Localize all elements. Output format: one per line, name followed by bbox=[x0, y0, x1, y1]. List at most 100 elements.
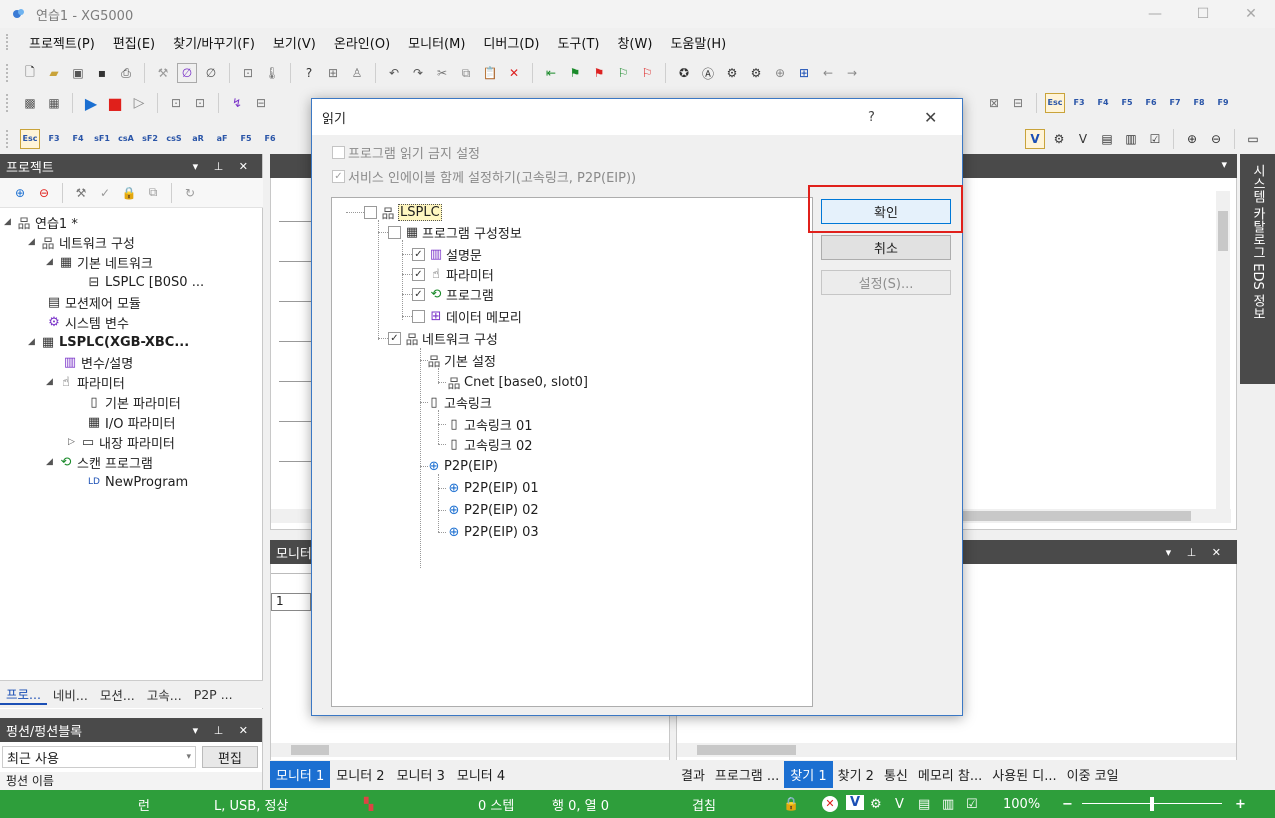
tree-item-basic[interactable]: 品 기본 설정 bbox=[426, 350, 496, 370]
tab-program-check[interactable]: 프로그램 ... bbox=[710, 765, 784, 784]
pane-buttons[interactable]: ▾ ⊥ ✕ bbox=[193, 160, 254, 173]
key-af-icon[interactable]: aF bbox=[212, 129, 232, 149]
close-button[interactable]: ✕ bbox=[1227, 6, 1275, 22]
value-icon[interactable]: V bbox=[1073, 129, 1093, 149]
checkbox-box[interactable]: ✓ bbox=[412, 287, 425, 301]
tab-monitor-4[interactable]: 모니터 4 bbox=[451, 765, 511, 784]
new-file-icon[interactable]: 🗋 bbox=[20, 63, 40, 83]
tab-monitor-2[interactable]: 모니터 2 bbox=[330, 765, 390, 784]
value-icon[interactable]: V bbox=[895, 797, 904, 812]
copy-icon[interactable]: ⧉ bbox=[456, 63, 476, 83]
tab-monitor-1[interactable]: 모니터 1 bbox=[270, 760, 331, 788]
open-folder-icon[interactable]: ▰ bbox=[44, 63, 64, 83]
tab-monitor-3[interactable]: 모니터 3 bbox=[391, 765, 451, 784]
tab-result[interactable]: 결과 bbox=[676, 765, 710, 784]
tree-item[interactable]: ◢ ▦ 기본 네트워크 bbox=[46, 252, 153, 272]
editor-scrollbar[interactable] bbox=[1216, 191, 1230, 511]
key-f6-icon[interactable]: F6 bbox=[260, 129, 280, 149]
menu-tools[interactable]: 도구(T) bbox=[548, 33, 608, 52]
settings-button[interactable]: 설정(S)... bbox=[821, 270, 951, 295]
checkbox-box[interactable]: ✓ bbox=[388, 331, 401, 345]
monitor-icon[interactable]: ↯ bbox=[227, 93, 247, 113]
checkbox-box[interactable] bbox=[364, 205, 377, 219]
result-hscrollbar[interactable] bbox=[677, 743, 1236, 757]
key-f4-icon[interactable]: F4 bbox=[68, 129, 88, 149]
tree-item-highspeed-02[interactable]: ▯ 고속링크 02 bbox=[446, 434, 532, 454]
tree-item-p2p-03[interactable]: ⊕ P2P(EIP) 03 bbox=[446, 522, 539, 542]
tree-item[interactable]: ◢ ⟲ 스캔 프로그램 bbox=[46, 452, 153, 472]
tree-item[interactable]: ⚙ 시스템 변수 bbox=[46, 312, 129, 332]
go-icon[interactable]: ⇤ bbox=[541, 63, 561, 83]
forward-icon[interactable]: → bbox=[842, 63, 862, 83]
monitor-table-icon[interactable]: ⊟ bbox=[251, 93, 271, 113]
variable-v-icon[interactable]: V bbox=[846, 795, 864, 810]
read-protect-checkbox[interactable]: 프로그램 읽기 금지 설정 bbox=[332, 143, 480, 162]
tree-item[interactable]: ◢ ☝ 파라미터 bbox=[46, 372, 125, 392]
key-f5-icon[interactable]: F5 bbox=[236, 129, 256, 149]
checkbox-box[interactable] bbox=[388, 225, 401, 239]
tree-item-program[interactable]: ✓ ⟲ 프로그램 bbox=[412, 284, 494, 304]
tree-item-p2p-01[interactable]: ⊕ P2P(EIP) 01 bbox=[446, 478, 539, 498]
key-f7-icon[interactable]: F7 bbox=[1165, 93, 1185, 113]
tab-find-2[interactable]: 찾기 2 bbox=[833, 765, 879, 784]
io-map-icon[interactable]: ⊟ bbox=[1008, 93, 1028, 113]
add-icon[interactable]: ⊕ bbox=[10, 183, 30, 203]
tree-item-parameter[interactable]: ✓ ☝ 파라미터 bbox=[412, 264, 494, 284]
key-ar-icon[interactable]: aR bbox=[188, 129, 208, 149]
menu-help[interactable]: 도움말(H) bbox=[661, 33, 735, 52]
variable-comment-icon[interactable]: ▥ bbox=[1121, 129, 1141, 149]
menu-edit[interactable]: 편집(E) bbox=[104, 33, 164, 52]
device-comment-icon[interactable]: ▤ bbox=[1097, 129, 1117, 149]
compile-icon[interactable]: ∅ bbox=[177, 63, 197, 83]
menu-find[interactable]: 찾기/바꾸기(F) bbox=[164, 33, 264, 52]
tree-item-p2p-02[interactable]: ⊕ P2P(EIP) 02 bbox=[446, 500, 539, 520]
device-comment-icon[interactable]: ▤ bbox=[918, 797, 930, 812]
compile-all-icon[interactable]: ∅ bbox=[201, 63, 221, 83]
tab-double-coil[interactable]: 이중 코일 bbox=[1062, 765, 1124, 784]
copy-icon[interactable]: ⧉ bbox=[143, 183, 163, 203]
undo-icon[interactable]: ↶ bbox=[384, 63, 404, 83]
key-f3-icon[interactable]: F3 bbox=[44, 129, 64, 149]
menu-debug[interactable]: 디버그(D) bbox=[474, 33, 548, 52]
menu-online[interactable]: 온라인(O) bbox=[325, 33, 399, 52]
dialog-help-button[interactable]: ? bbox=[868, 110, 875, 125]
zoom-out-icon[interactable]: ⊖ bbox=[1206, 129, 1226, 149]
checkbox-box[interactable]: ✓ bbox=[412, 247, 425, 261]
menu-view[interactable]: 보기(V) bbox=[264, 33, 325, 52]
bookmark-next-icon[interactable]: ⚐ bbox=[613, 63, 633, 83]
device-icon[interactable]: ⚙ bbox=[870, 797, 882, 812]
print-icon[interactable]: ⎙ bbox=[116, 63, 136, 83]
monitor-row[interactable]: 1 bbox=[271, 593, 311, 611]
redo-icon[interactable]: ↷ bbox=[408, 63, 428, 83]
tree-item-cnet[interactable]: 品 Cnet [base0, slot0] bbox=[446, 372, 587, 392]
temperature-icon[interactable]: 🌡 bbox=[262, 63, 282, 83]
stop-icon[interactable]: ■ bbox=[105, 93, 125, 113]
tree-item-config[interactable]: ▦ 프로그램 구성정보 bbox=[388, 222, 522, 242]
wrench-icon[interactable]: ⚒ bbox=[153, 63, 173, 83]
tree-item-p2p[interactable]: ⊕ P2P(EIP) bbox=[426, 456, 498, 476]
bookmark-add-icon[interactable]: ⚑ bbox=[565, 63, 585, 83]
replace-device-icon[interactable]: ⚙ bbox=[746, 63, 766, 83]
variable-v-icon[interactable]: V bbox=[1025, 129, 1045, 149]
window-icon[interactable]: ▭ bbox=[1243, 129, 1263, 149]
lock-icon[interactable]: 🔒 bbox=[119, 183, 139, 203]
zoom-slider-thumb[interactable] bbox=[1150, 797, 1154, 811]
check-icon[interactable]: ☑ bbox=[1145, 129, 1165, 149]
zoom-in-button[interactable]: + bbox=[1235, 797, 1246, 812]
checkbox-box[interactable] bbox=[412, 309, 425, 323]
key-f4-icon[interactable]: F4 bbox=[1093, 93, 1113, 113]
bookmark-clear-icon[interactable]: ⚐ bbox=[637, 63, 657, 83]
connect-icon[interactable]: ▩ bbox=[20, 93, 40, 113]
zoom-in-icon[interactable]: ⊕ bbox=[1182, 129, 1202, 149]
key-f9-icon[interactable]: F9 bbox=[1213, 93, 1233, 113]
tree-item-data-memory[interactable]: ⊞ 데이터 메모리 bbox=[412, 306, 522, 326]
tree-item[interactable]: ▥ 변수/설명 bbox=[62, 352, 133, 372]
key-f8-icon[interactable]: F8 bbox=[1189, 93, 1209, 113]
io-sync-icon[interactable]: ⊠ bbox=[984, 93, 1004, 113]
pause-icon[interactable]: ▷ bbox=[129, 93, 149, 113]
tree-item[interactable]: ▤ 모션제어 모듈 bbox=[46, 292, 141, 312]
remove-icon[interactable]: ⊖ bbox=[34, 183, 54, 203]
plc-icon[interactable]: ⊡ bbox=[238, 63, 258, 83]
tree-item[interactable]: ⊟ LSPLC [B0S0 ... bbox=[86, 272, 205, 292]
refresh-icon[interactable]: ↻ bbox=[180, 183, 200, 203]
